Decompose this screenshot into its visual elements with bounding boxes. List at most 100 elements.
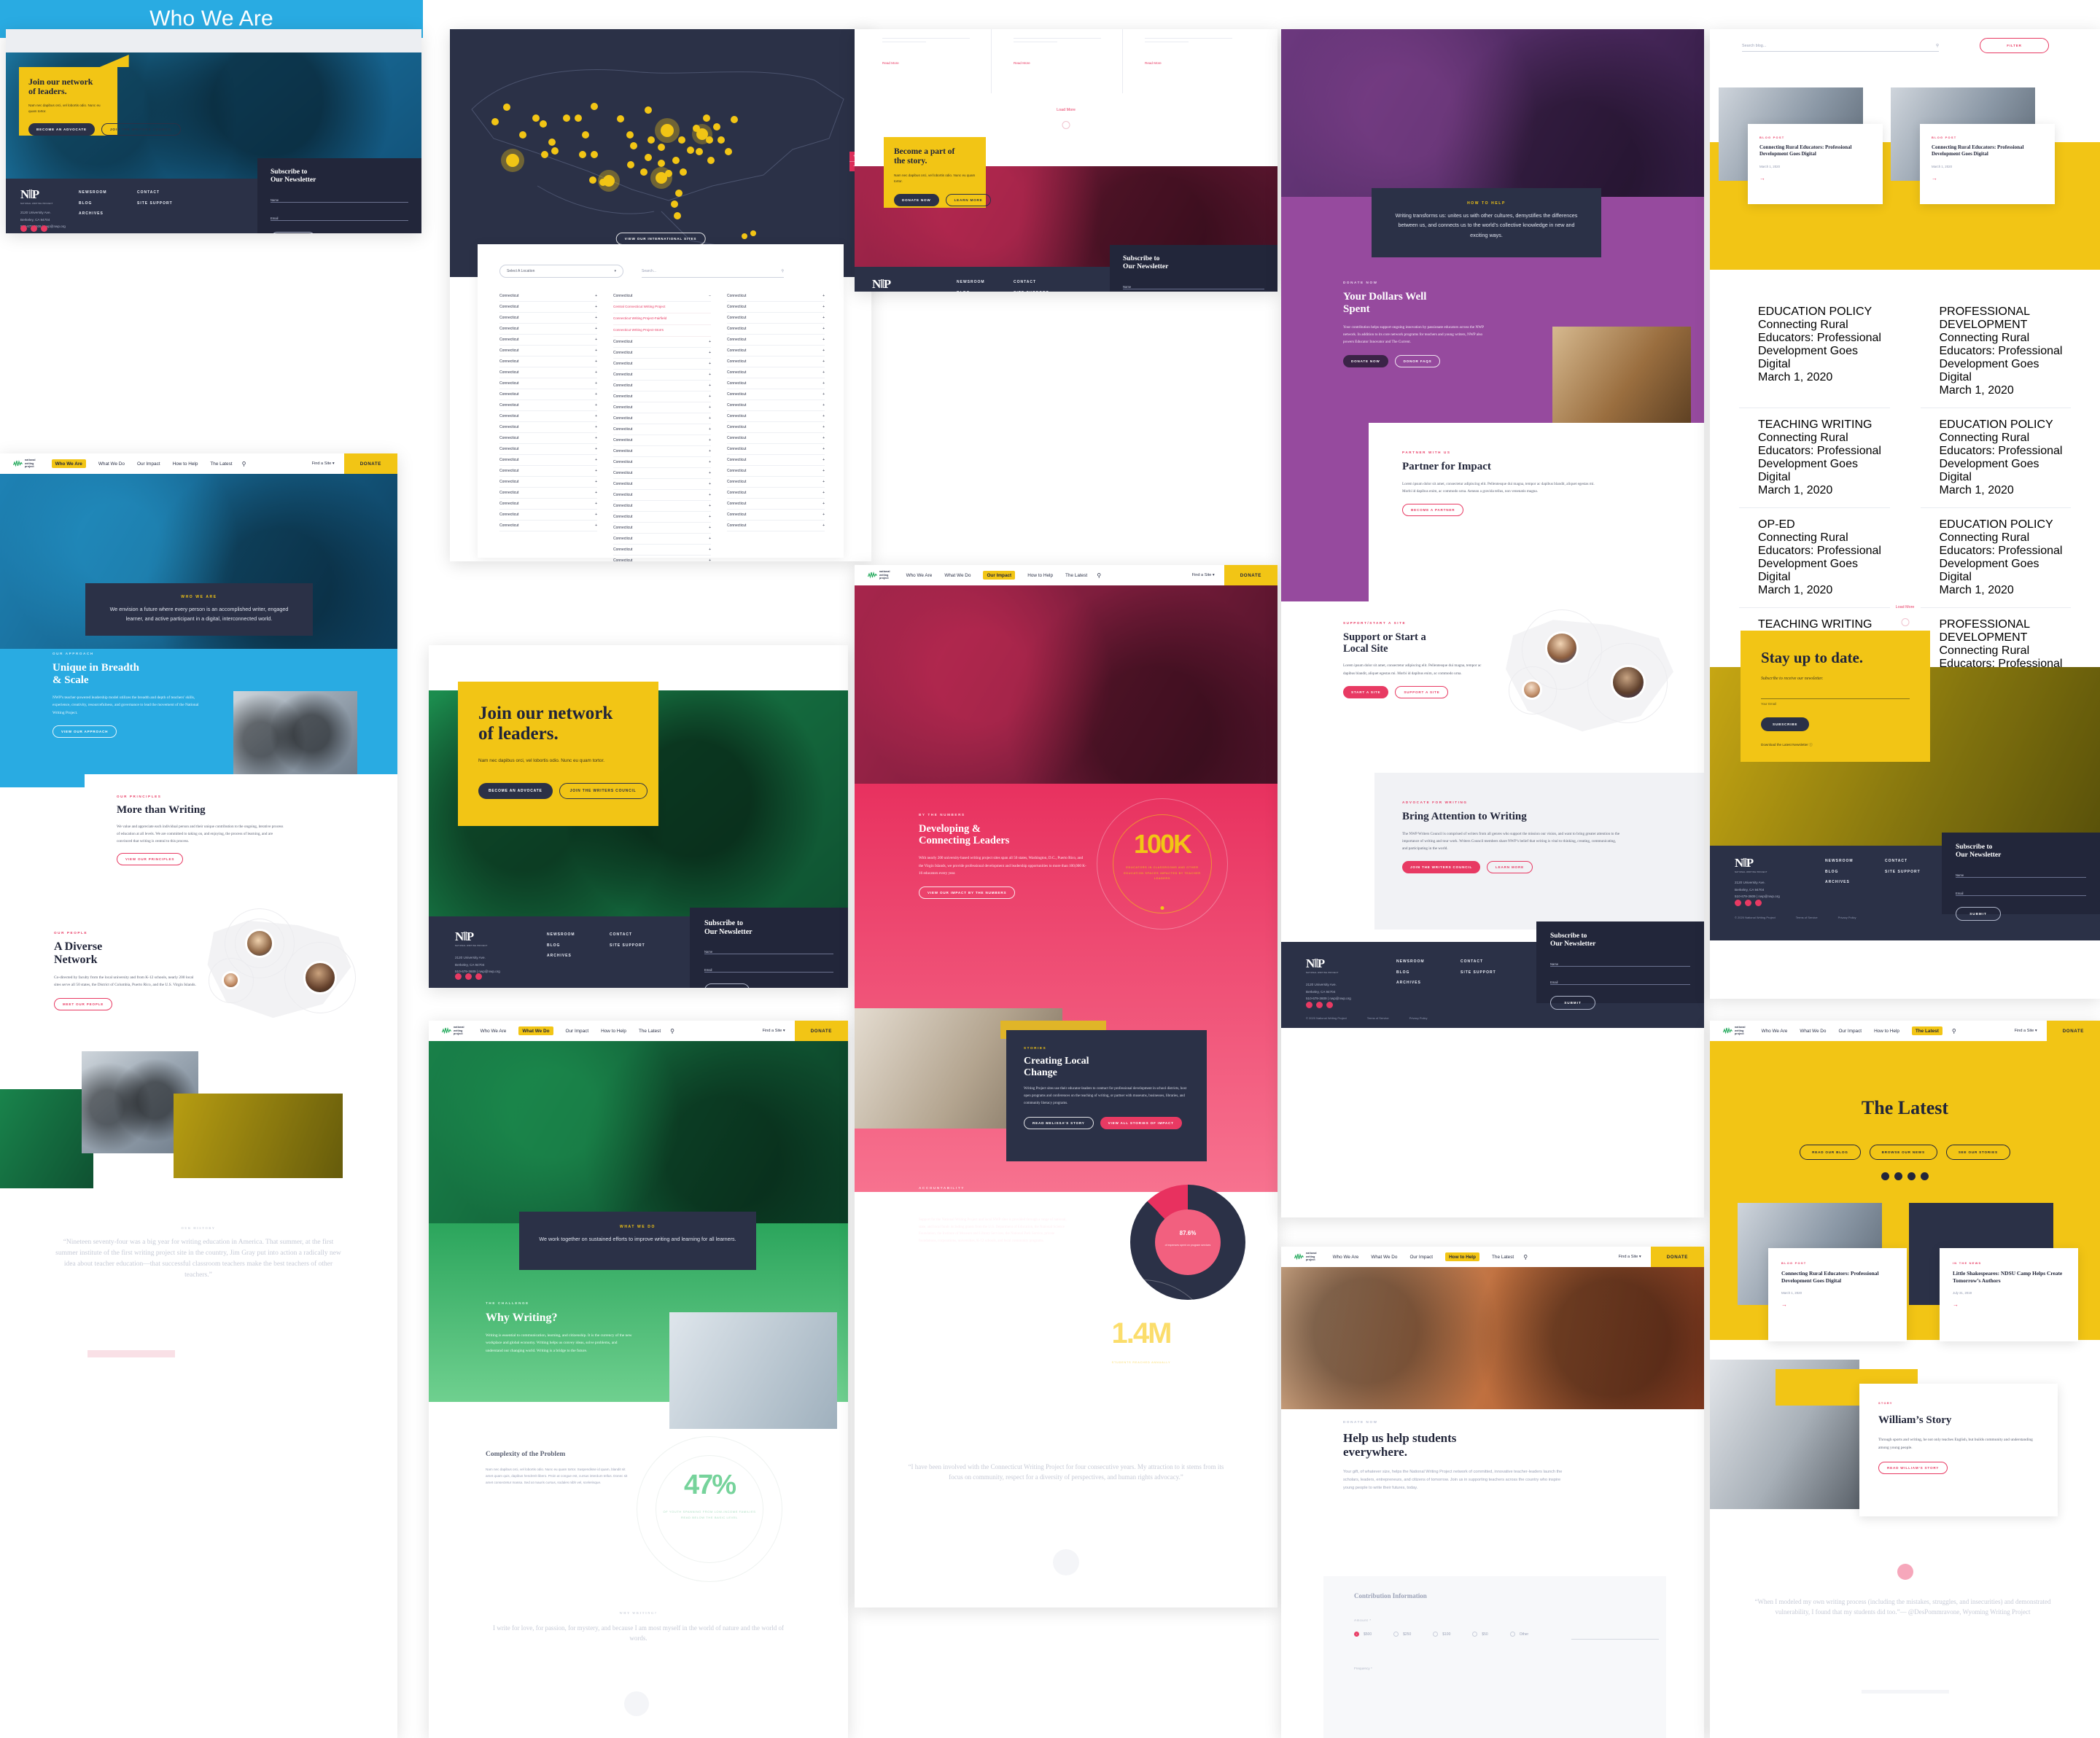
instagram-icon[interactable] <box>1881 1172 1889 1180</box>
search-icon[interactable]: ⚲ <box>781 269 784 273</box>
nav-item-how-to-help[interactable]: How to Help <box>1445 1252 1479 1261</box>
nav-item-how-to-help[interactable]: How to Help <box>1874 1029 1899 1034</box>
nav-links[interactable]: Who We Are What We Do Our Impact How to … <box>1762 1026 1942 1035</box>
read-more-link[interactable]: Read More <box>882 61 991 65</box>
expand-icon[interactable]: + <box>709 449 711 453</box>
nav-item-how-to-help[interactable]: How to Help <box>1027 573 1053 578</box>
list-item[interactable]: OP-ED Connecting Rural Educators: Profess… <box>1739 508 1890 608</box>
expand-icon[interactable]: + <box>709 515 711 519</box>
nav-item-what-we-do[interactable]: What We Do <box>1371 1255 1397 1260</box>
arrow-right-icon[interactable]: → <box>1953 1301 2065 1308</box>
footer-link-newsroom[interactable]: NEWSROOM <box>79 187 107 198</box>
directory-row[interactable]: Connecticut + <box>727 455 825 466</box>
expand-icon[interactable]: + <box>822 403 825 408</box>
blog-card[interactable]: BLOG POST Connecting Rural Educators: Pr… <box>1920 124 2055 204</box>
footer-links-col1[interactable]: NEWSROOM BLOG ARCHIVES <box>1825 856 1854 888</box>
amount-option-4[interactable]: Other <box>1509 1632 1528 1637</box>
directory-row[interactable]: Connecticut + <box>613 402 711 413</box>
subscribe-button[interactable]: SUBSCRIBE <box>1761 717 1810 732</box>
blog-card[interactable]: BLOG POST Connecting Rural Educators: Pr… <box>1748 124 1883 204</box>
nav-item-who-we-are[interactable]: Who We Are <box>906 573 933 578</box>
blog-card[interactable]: BLOG POST Connecting Rural Educators: Pr… <box>1768 1248 1907 1341</box>
directory-row[interactable]: Connecticut + <box>727 346 825 356</box>
twitter-icon[interactable] <box>1745 900 1751 906</box>
expand-icon[interactable]: + <box>822 370 825 375</box>
expand-icon[interactable]: + <box>822 414 825 418</box>
footer-social[interactable] <box>1735 900 1762 906</box>
directory-row[interactable]: Connecticut + <box>499 466 597 477</box>
expand-icon[interactable]: + <box>822 447 825 451</box>
directory-row[interactable]: Connecticut + <box>613 457 711 468</box>
footer-link-site-support[interactable]: SITE SUPPORT <box>1885 867 1921 878</box>
expand-icon[interactable]: + <box>595 469 597 473</box>
expand-icon[interactable]: + <box>822 469 825 473</box>
expand-icon[interactable]: + <box>595 392 597 397</box>
twitter-icon[interactable] <box>31 225 37 232</box>
expand-icon[interactable]: + <box>595 338 597 342</box>
directory-row[interactable]: Connecticut + <box>499 302 597 313</box>
hero-button-2[interactable]: SEE OUR STORIES <box>1945 1145 2010 1160</box>
directory-row[interactable]: Connecticut + <box>613 479 711 490</box>
nav-item-who-we-are[interactable]: Who We Are <box>481 1029 507 1034</box>
expand-icon[interactable]: + <box>709 482 711 486</box>
nav-item-who-we-are[interactable]: Who We Are <box>1333 1255 1359 1260</box>
nav-item-how-to-help[interactable]: How to Help <box>173 461 198 467</box>
footer-links-col1[interactable]: NEWSROOM BLOG ARCHIVES <box>547 930 575 962</box>
amount-option-0[interactable]: $500 <box>1354 1632 1372 1637</box>
site-logo[interactable]: national writing project <box>13 459 36 468</box>
expand-icon[interactable]: + <box>709 351 711 355</box>
carousel-dot[interactable] <box>1160 906 1164 910</box>
expand-icon[interactable]: + <box>822 348 825 353</box>
legal-privacy[interactable]: Privacy Policy <box>1409 1016 1428 1020</box>
footer-social[interactable] <box>20 225 47 232</box>
view-international-sites-button[interactable]: VIEW OUR INTERNATIONAL SITES <box>615 233 706 245</box>
directory-columns[interactable]: Connecticut + Connecticut + Connecticut + Conn… <box>499 291 825 561</box>
radio-button[interactable] <box>1433 1632 1439 1637</box>
radio-button[interactable] <box>1354 1632 1359 1637</box>
nav-item-our-impact[interactable]: Our Impact <box>983 571 1016 580</box>
footer-links-col2[interactable]: CONTACT SITE SUPPORT <box>1014 277 1049 292</box>
become-advocate-button[interactable]: BECOME AN ADVOCATE <box>28 122 95 136</box>
view-our-approach-button[interactable]: VIEW OUR APPROACH <box>52 725 117 739</box>
expand-icon[interactable]: + <box>595 316 597 320</box>
expand-icon[interactable]: + <box>709 460 711 464</box>
directory-row[interactable]: Connecticut + <box>499 313 597 324</box>
footer-link-newsroom[interactable]: NEWSROOM <box>1825 856 1854 867</box>
subscribe-name-field[interactable]: Name <box>1123 283 1264 289</box>
footer-link-contact[interactable]: CONTACT <box>1014 277 1049 288</box>
directory-row[interactable]: Connecticut + <box>727 313 825 324</box>
avatar[interactable] <box>222 971 240 989</box>
directory-row[interactable]: Connecticut + <box>727 477 825 488</box>
expand-icon[interactable]: + <box>709 537 711 541</box>
learn-more-button[interactable]: LEARN MORE <box>945 193 992 206</box>
directory-row[interactable]: Connecticut + <box>613 446 711 457</box>
start-a-site-button[interactable]: START A SITE <box>1343 685 1389 698</box>
footer-links-col1[interactable]: NEWSROOM BLOG ARCHIVES <box>1396 956 1425 989</box>
avatar[interactable] <box>1522 679 1542 700</box>
hero-button-row[interactable]: READ OUR BLOG BROWSE OUR NEWS SEE OUR STOR… <box>1710 1145 2100 1160</box>
expand-icon[interactable]: + <box>709 405 711 410</box>
directory-row[interactable]: Connecticut + <box>727 324 825 335</box>
footer-link-newsroom[interactable]: NEWSROOM <box>547 930 575 940</box>
nav-item-our-impact[interactable]: Our Impact <box>1838 1029 1862 1034</box>
hero-social-row[interactable] <box>1710 1172 2100 1180</box>
footer-link-blog[interactable]: BLOG <box>547 940 575 951</box>
expand-icon[interactable]: + <box>709 340 711 344</box>
footer-social[interactable] <box>1306 1002 1333 1008</box>
find-a-site-link[interactable]: Find a Site ▾ <box>1192 573 1215 577</box>
footer-links-col1[interactable]: NEWSROOM BLOG ARCHIVES <box>957 277 985 292</box>
directory-row[interactable]: Connecticut + <box>499 335 597 346</box>
nav-item-the-latest[interactable]: The Latest <box>1065 573 1087 578</box>
search-icon[interactable]: ⚲ <box>1936 44 1939 48</box>
footer-link-archives[interactable]: ARCHIVES <box>79 209 107 219</box>
directory-row[interactable]: Connecticut + <box>499 411 597 422</box>
footer-link-site-support[interactable]: SITE SUPPORT <box>137 198 173 209</box>
directory-row[interactable]: Connecticut + <box>727 389 825 400</box>
subscribe-email-field[interactable]: Email <box>1550 978 1690 985</box>
meet-our-people-button[interactable]: MEET OUR PEOPLE <box>54 997 113 1010</box>
radio-button[interactable] <box>1393 1632 1399 1637</box>
expand-icon[interactable]: + <box>595 327 597 331</box>
arrow-right-icon[interactable]: → <box>1781 1301 1894 1308</box>
expand-icon[interactable]: + <box>595 502 597 506</box>
facebook-icon[interactable] <box>1755 900 1762 906</box>
